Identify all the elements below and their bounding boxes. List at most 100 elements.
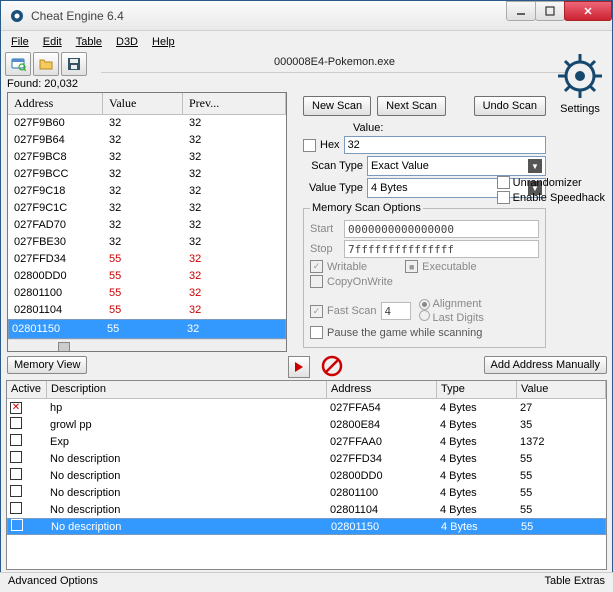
active-checkbox[interactable] [10,434,22,446]
col-address2[interactable]: Address [327,381,437,398]
value-label: Value: [353,122,383,134]
cow-checkbox[interactable] [310,275,323,288]
add-address-manually-button[interactable]: Add Address Manually [484,356,607,374]
menu-help[interactable]: Help [146,32,181,50]
unrandomizer-checkbox[interactable] [497,176,510,189]
col-prev[interactable]: Prev... [183,93,286,114]
active-checkbox[interactable] [10,502,22,514]
window-title: Cheat Engine 6.4 [31,9,124,23]
results-header: Address Value Prev... [8,93,286,115]
last-digits-radio[interactable] [419,310,430,321]
memory-view-button[interactable]: Memory View [7,356,87,374]
alignment-radio[interactable] [419,299,430,310]
speedhack-checkbox[interactable] [497,191,510,204]
cheat-row[interactable]: Exp027FFAA04 Bytes1372 [7,433,606,450]
cheat-row[interactable]: No description028011004 Bytes55 [7,484,606,501]
menu-d3d[interactable]: D3D [110,32,144,50]
open-process-button[interactable] [5,52,31,76]
menu-file[interactable]: File [5,32,35,50]
start-label: Start [310,223,340,235]
active-checkbox[interactable]: ✕ [10,402,22,414]
value-type-label: Value Type [303,182,363,194]
menu-table[interactable]: Table [70,32,108,50]
undo-scan-button[interactable]: Undo Scan [474,96,546,116]
unrandomizer-label: Unrandomizer [513,177,582,189]
add-to-list-button[interactable] [288,356,310,378]
active-checkbox[interactable] [10,468,22,480]
cheat-row[interactable]: ✕hp027FFA544 Bytes27 [7,399,606,416]
result-row[interactable]: 027F9BCC3232 [8,166,286,183]
writable-label: Writable [327,261,367,273]
result-row[interactable]: 028011045532 [8,302,286,319]
cheat-table-header: Active Description Address Type Value [7,381,606,399]
cheat-row[interactable]: No description028011504 Bytes55 [7,518,606,535]
status-bar: Advanced Options Table Extras [0,572,613,592]
result-row[interactable]: 027F9C1C3232 [8,200,286,217]
col-active[interactable]: Active [7,381,47,398]
result-row[interactable]: 027F9BC83232 [8,149,286,166]
memory-scan-options-group: Memory Scan Options Start Stop ✓ Writabl… [303,202,546,348]
scan-type-label: Scan Type [303,160,363,172]
fast-scan-input[interactable] [381,302,411,320]
result-row[interactable]: 028011005532 [8,285,286,302]
next-scan-button[interactable]: Next Scan [377,96,446,116]
start-input[interactable] [344,220,539,238]
results-hscrollbar[interactable] [8,339,286,352]
pause-label: Pause the game while scanning [327,327,482,339]
writable-checkbox[interactable]: ✓ [310,260,323,273]
col-type[interactable]: Type [437,381,517,398]
new-scan-button[interactable]: New Scan [303,96,371,116]
speedhack-label: Enable Speedhack [513,192,605,204]
menu-bar: File Edit Table D3D Help [1,31,612,51]
save-button[interactable] [61,52,87,76]
result-row[interactable]: 027F9B603232 [8,115,286,132]
col-description[interactable]: Description [47,381,327,398]
active-checkbox[interactable] [10,451,22,463]
pause-checkbox[interactable] [310,326,323,339]
result-row[interactable]: 028011505532 [8,319,286,339]
active-checkbox[interactable] [10,485,22,497]
cheat-row[interactable]: No description02800DD04 Bytes55 [7,467,606,484]
stop-input[interactable] [344,240,539,258]
minimize-button[interactable] [506,1,536,21]
result-row[interactable]: 027F9B643232 [8,132,286,149]
result-row[interactable]: 02800DD05532 [8,268,286,285]
active-checkbox[interactable] [11,519,23,531]
cheat-row[interactable]: growl pp02800E844 Bytes35 [7,416,606,433]
scan-results[interactable]: Address Value Prev... 027F9B603232027F9B… [7,92,287,352]
process-name-label: 000008E4-Pokemon.exe [101,55,568,73]
result-row[interactable]: 027FFD345532 [8,251,286,268]
open-file-button[interactable] [33,52,59,76]
cheat-row[interactable]: No description027FFD344 Bytes55 [7,450,606,467]
result-row[interactable]: 027F9C183232 [8,183,286,200]
maximize-button[interactable] [535,1,565,21]
stop-label: Stop [310,243,340,255]
menu-edit[interactable]: Edit [37,32,68,50]
result-row[interactable]: 027FBE303232 [8,234,286,251]
cheat-table[interactable]: Active Description Address Type Value ✕h… [6,380,607,570]
stop-icon[interactable] [320,354,344,378]
cow-label: CopyOnWrite [327,276,393,288]
executable-checkbox[interactable]: ■ [405,260,418,273]
app-icon [9,8,25,24]
fast-scan-label: Fast Scan [327,305,377,317]
title-bar: Cheat Engine 6.4 [1,1,612,31]
col-value[interactable]: Value [103,93,183,114]
fast-scan-checkbox[interactable]: ✓ [310,305,323,318]
executable-label: Executable [422,261,476,273]
advanced-options-link[interactable]: Advanced Options [8,575,98,590]
chevron-down-icon: ▼ [528,159,542,173]
result-row[interactable]: 027FAD703232 [8,217,286,234]
scan-type-select[interactable]: Exact Value▼ [367,156,546,176]
found-count-label: Found: 20,032 [1,78,612,90]
cheat-row[interactable]: No description028011044 Bytes55 [7,501,606,518]
toolbar: 000008E4-Pokemon.exe [1,51,612,78]
hex-checkbox[interactable] [303,139,316,152]
close-button[interactable] [564,1,612,21]
col-value2[interactable]: Value [517,381,606,398]
table-extras-link[interactable]: Table Extras [544,575,605,590]
active-checkbox[interactable] [10,417,22,429]
col-address[interactable]: Address [8,93,103,114]
hex-label: Hex [320,139,340,151]
value-input[interactable] [344,136,546,154]
